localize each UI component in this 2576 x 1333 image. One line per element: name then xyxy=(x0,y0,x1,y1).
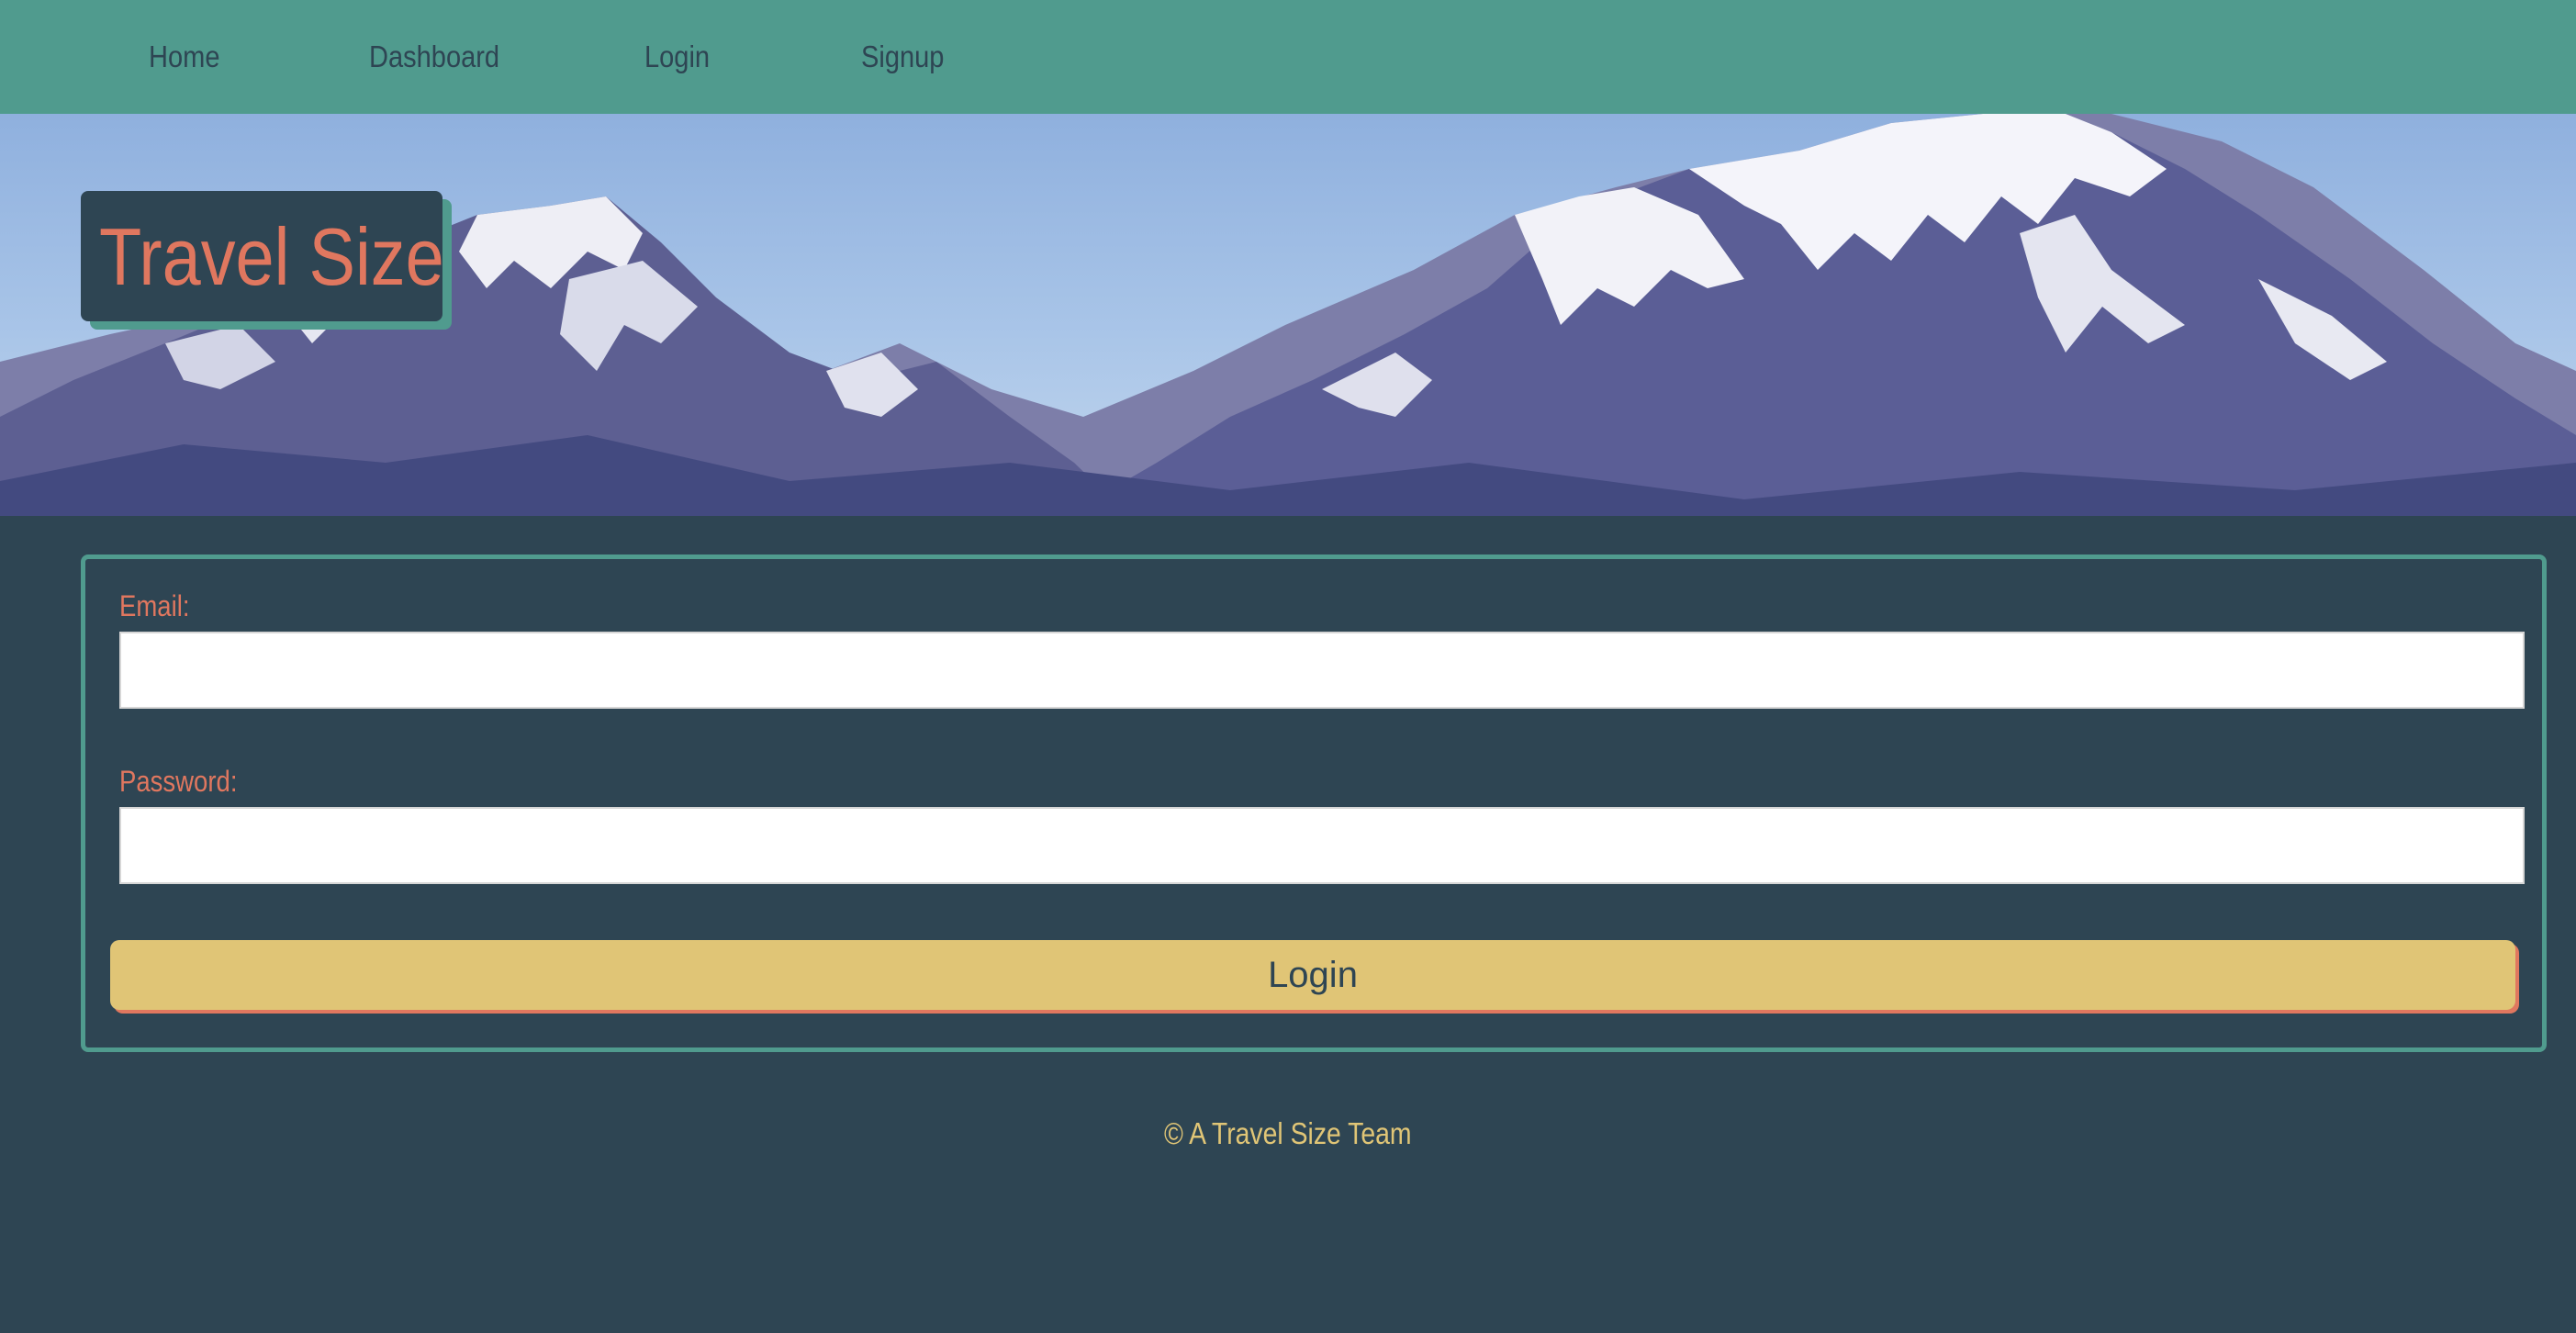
nav-home-link[interactable]: Home xyxy=(149,0,219,114)
login-button[interactable]: Login xyxy=(110,940,2515,1010)
site-title: Travel Size xyxy=(99,211,444,302)
navbar: Home Dashboard Login Signup xyxy=(0,0,2576,114)
footer-copyright: © A Travel Size Team xyxy=(1164,1116,1412,1150)
nav-signup-link[interactable]: Signup xyxy=(861,0,944,114)
footer: © A Travel Size Team xyxy=(0,1116,2576,1151)
nav-login-link[interactable]: Login xyxy=(644,0,710,114)
nav-dashboard-link[interactable]: Dashboard xyxy=(369,0,499,114)
email-label: Email: xyxy=(119,589,190,622)
password-label: Password: xyxy=(119,765,238,798)
password-field[interactable] xyxy=(119,807,2525,884)
email-field[interactable] xyxy=(119,632,2525,709)
